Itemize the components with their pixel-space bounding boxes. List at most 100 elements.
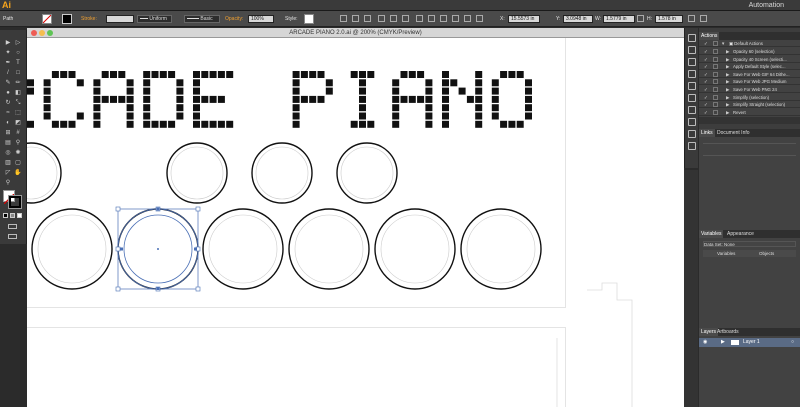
visibility-eye-icon[interactable]: ◉: [703, 338, 707, 347]
brushes-panel-icon[interactable]: [688, 58, 696, 66]
panel-menu-icon[interactable]: [700, 15, 707, 22]
reference-point-icon[interactable]: [440, 15, 447, 22]
tab-variables[interactable]: Variables: [699, 230, 724, 238]
rectangle-tool-icon[interactable]: □: [14, 70, 22, 77]
stroke-color-icon[interactable]: [8, 195, 22, 209]
layer-row[interactable]: ◉ ▶ Layer 1 ○: [699, 338, 800, 347]
piano-button-circle[interactable]: [27, 142, 62, 204]
resize-handle[interactable]: [195, 206, 201, 212]
piano-button-circle[interactable]: [31, 208, 113, 290]
data-set-select[interactable]: Data Set: None: [703, 241, 796, 247]
mesh-tool-icon[interactable]: #: [14, 130, 22, 137]
piano-button-circle[interactable]: [460, 208, 542, 290]
none-mode-icon[interactable]: [17, 213, 22, 218]
piano-button-circle[interactable]: [166, 142, 228, 204]
transform-options-icon[interactable]: [688, 15, 695, 22]
scale-tool-icon[interactable]: ⤡: [14, 100, 22, 107]
brush-definition[interactable]: Basic: [184, 15, 220, 23]
gradient-mode-icon[interactable]: [10, 213, 15, 218]
stroke-label[interactable]: Stroke:: [81, 14, 97, 24]
height-field[interactable]: 1.578 in: [655, 15, 683, 23]
align-center-icon[interactable]: [352, 15, 359, 22]
recolor-icon[interactable]: [464, 15, 471, 22]
tab-artboards[interactable]: Artboards: [715, 328, 741, 336]
magic-wand-icon[interactable]: ✦: [4, 50, 12, 57]
resize-handle[interactable]: [115, 206, 121, 212]
blob-brush-icon[interactable]: ●: [4, 90, 12, 97]
fill-swatch[interactable]: [42, 14, 52, 24]
action-item[interactable]: ✓ ▶ Opacity 40 Screen (selecti...: [699, 56, 800, 63]
action-item[interactable]: ✓ ▶ Save For Web GIF 64 Dithe...: [699, 71, 800, 78]
width-field[interactable]: 1.5779 in: [603, 15, 635, 23]
symbol-sprayer-icon[interactable]: ✺: [14, 150, 22, 157]
line-tool-icon[interactable]: /: [4, 70, 12, 77]
action-item[interactable]: ✓ ▶ Revert: [699, 109, 800, 116]
x-position-field[interactable]: 15.5573 in: [508, 15, 540, 23]
vertical-scrollbar[interactable]: [684, 170, 698, 407]
piano-button-circle[interactable]: [251, 142, 313, 204]
close-window-icon[interactable]: [31, 30, 37, 36]
action-item[interactable]: ✓ ▶ Save For Web JPG Medium: [699, 78, 800, 86]
piano-button-circle[interactable]: [288, 208, 370, 290]
action-item[interactable]: ✓ ▶ Save For Web PNG 24: [699, 86, 800, 93]
selection-bounding-box[interactable]: [115, 206, 201, 292]
artboard-canvas[interactable]: [27, 38, 684, 407]
expand-layer-icon[interactable]: ▶: [721, 338, 725, 347]
live-paint-icon[interactable]: ◩: [14, 120, 22, 127]
arcade-piano-title[interactable]: [27, 71, 532, 128]
pen-tool-icon[interactable]: ✒: [4, 60, 12, 67]
eyedropper-icon[interactable]: ⚲: [14, 140, 22, 147]
action-item[interactable]: ✓ ▶ Simplify (selection): [699, 94, 800, 101]
action-item[interactable]: ✓ ▶ Opacity 60 (selection): [699, 48, 800, 55]
graph-tool-icon[interactable]: ▥: [4, 160, 12, 167]
align-left-icon[interactable]: [340, 15, 347, 22]
transform-icon[interactable]: [428, 15, 435, 22]
piano-button-circle[interactable]: [374, 208, 456, 290]
opacity-label[interactable]: Opacity:: [225, 14, 243, 24]
graphic-style-swatch[interactable]: [304, 14, 314, 24]
align-top-icon[interactable]: [378, 15, 385, 22]
color-mode-icon[interactable]: [3, 213, 8, 218]
type-tool-icon[interactable]: T: [14, 60, 22, 67]
transparency-panel-icon[interactable]: [688, 106, 696, 114]
rotate-tool-icon[interactable]: ↻: [4, 100, 12, 107]
hand-tool-icon[interactable]: ✋: [14, 170, 22, 177]
direct-selection-tool-icon[interactable]: ▷: [14, 40, 22, 47]
action-item[interactable]: ✓ ▶ Apply Default Style (selec...: [699, 63, 800, 71]
gradient-panel-icon[interactable]: [688, 94, 696, 102]
tab-document-info[interactable]: Document Info: [715, 129, 752, 137]
stroke-weight-field[interactable]: [106, 15, 134, 23]
variable-width-profile[interactable]: Uniform: [137, 15, 172, 23]
isolate-icon[interactable]: [452, 15, 459, 22]
graphic-styles-panel-icon[interactable]: [688, 130, 696, 138]
artboard-tool-icon[interactable]: ▢: [14, 160, 22, 167]
tab-appearance[interactable]: Appearance: [725, 230, 756, 238]
piano-button-circle[interactable]: [202, 208, 284, 290]
perspective-grid-icon[interactable]: ⊞: [4, 130, 12, 137]
stroke-swatch[interactable]: [62, 14, 72, 24]
appearance-panel-icon[interactable]: [688, 118, 696, 126]
color-panel-icon[interactable]: [688, 34, 696, 42]
envelope-icon[interactable]: [476, 15, 483, 22]
paintbrush-tool-icon[interactable]: ✎: [4, 80, 12, 87]
y-position-field[interactable]: 3.0948 in: [563, 15, 593, 23]
pencil-tool-icon[interactable]: ✏: [14, 80, 22, 87]
minimize-window-icon[interactable]: [39, 30, 45, 36]
resize-handle[interactable]: [115, 286, 121, 292]
draw-mode-icon[interactable]: [8, 224, 17, 229]
zoom-window-icon[interactable]: [47, 30, 53, 36]
swatches-panel-icon[interactable]: [688, 46, 696, 54]
resize-handle[interactable]: [195, 286, 201, 292]
tab-links[interactable]: Links: [699, 129, 715, 137]
resize-handle[interactable]: [115, 246, 121, 252]
align-middle-icon[interactable]: [390, 15, 397, 22]
zoom-tool-icon[interactable]: ⚲: [4, 180, 12, 187]
action-set-row[interactable]: ✓ ▼ ▣ Default Actions: [699, 40, 800, 47]
symbols-panel-icon[interactable]: [688, 70, 696, 78]
constrain-proportions-icon[interactable]: [637, 15, 644, 22]
align-panel-icon[interactable]: [688, 142, 696, 150]
shape-builder-icon[interactable]: ◐: [4, 120, 12, 127]
workspace-switcher[interactable]: Automation: [749, 0, 784, 11]
opacity-field[interactable]: 100%: [248, 15, 274, 23]
tab-actions[interactable]: Actions: [699, 32, 720, 40]
